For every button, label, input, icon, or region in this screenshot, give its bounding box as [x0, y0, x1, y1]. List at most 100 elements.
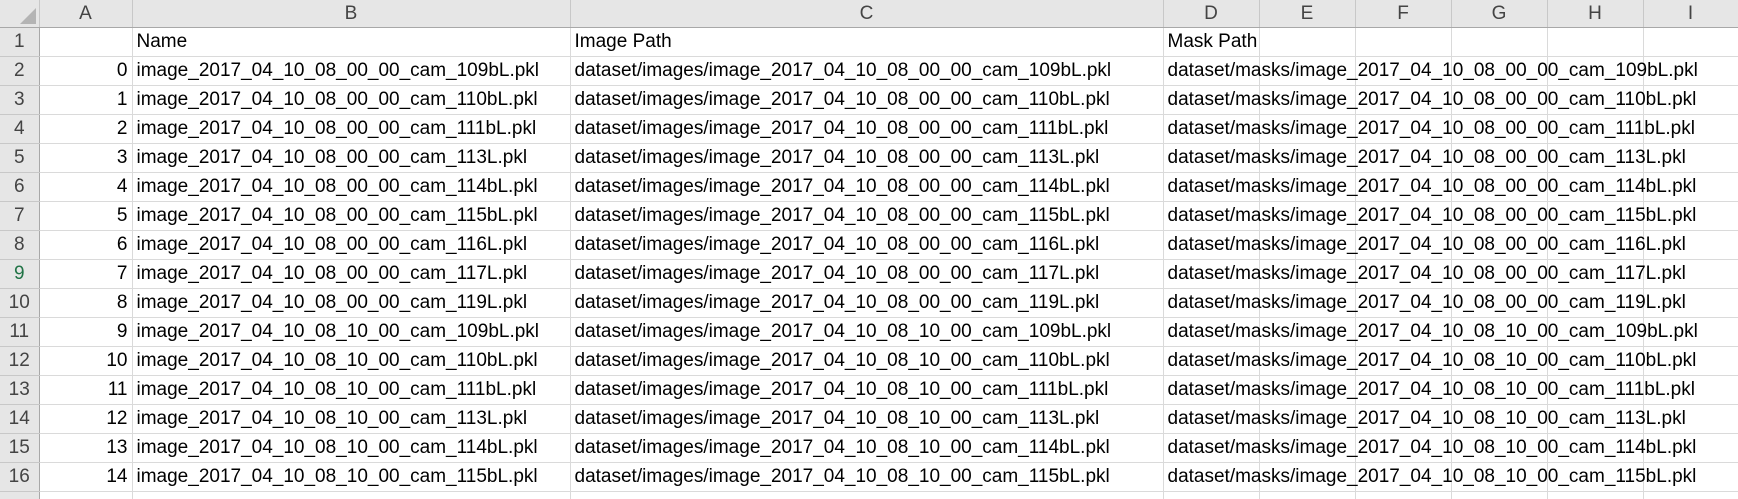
cell-index[interactable]: 1 — [39, 85, 133, 115]
row-header[interactable]: 8 — [0, 230, 40, 260]
cell-mask-path[interactable]: dataset/masks/image_2017_04_10_08_00_00_… — [1163, 201, 1696, 231]
select-all-corner[interactable] — [0, 0, 40, 28]
cell-g1[interactable] — [1451, 27, 1548, 57]
cell-name[interactable]: image_2017_04_10_08_00_00_cam_114bL.pkl — [132, 172, 571, 202]
cell-image-path[interactable]: dataset/images/image_2017_04_10_08_10_00… — [570, 462, 1164, 492]
cell-index[interactable]: 9 — [39, 317, 133, 347]
cell-f1[interactable] — [1355, 27, 1452, 57]
cell-name[interactable]: image_2017_04_10_08_00_00_cam_119L.pkl — [132, 288, 571, 318]
cell-mask-path[interactable]: dataset/masks/image_2017_04_10_08_00_00_… — [1163, 172, 1696, 202]
cell-image-path[interactable]: dataset/images/image_2017_04_10_08_00_00… — [570, 259, 1164, 289]
row-header[interactable]: 11 — [0, 317, 40, 347]
cell-name[interactable]: image_2017_04_10_08_00_00_cam_115bL.pkl — [132, 201, 571, 231]
cell-h1[interactable] — [1547, 27, 1644, 57]
cell-index[interactable]: 6 — [39, 230, 133, 260]
cell-index[interactable]: 11 — [39, 375, 133, 405]
cell-image-path[interactable]: dataset/images/image_2017_04_10_08_10_00… — [570, 433, 1164, 463]
cell-c1[interactable]: Image Path — [570, 27, 1164, 57]
cell-image-path[interactable]: dataset/images/image_2017_04_10_08_00_00… — [570, 56, 1164, 86]
cell-mask-path[interactable]: dataset/masks/image_2017_04_10_08_00_00_… — [1163, 56, 1698, 86]
column-header-b[interactable]: B — [132, 0, 571, 28]
cell-index[interactable]: 10 — [39, 346, 133, 376]
cell-mask-path[interactable]: dataset/masks/image_2017_04_10_08_10_00_… — [1163, 462, 1696, 492]
cell-name[interactable]: image_2017_04_10_08_10_00_cam_110bL.pkl — [132, 346, 571, 376]
cell-index[interactable]: 4 — [39, 172, 133, 202]
row-header[interactable]: 16 — [0, 462, 40, 492]
row-header[interactable]: 13 — [0, 375, 40, 405]
cell-name[interactable]: image_2017_04_10_08_10_00_cam_114bL.pkl — [132, 433, 571, 463]
cell-name[interactable]: image_2017_04_10_08_10_00_cam_115bL.pkl — [132, 462, 571, 492]
cell-image-path[interactable]: dataset/images/image_2017_04_10_08_10_00… — [570, 317, 1164, 347]
row-header[interactable]: 6 — [0, 172, 40, 202]
cell-name[interactable]: image_2017_04_10_08_00_00_cam_110bL.pkl — [132, 85, 571, 115]
cell-index[interactable]: 13 — [39, 433, 133, 463]
cell-empty[interactable] — [1163, 491, 1260, 499]
cell-index[interactable]: 14 — [39, 462, 133, 492]
spreadsheet-grid[interactable]: A B C D E F G H I 1 Name Image Path Mask… — [0, 0, 1738, 499]
row-header[interactable]: 4 — [0, 114, 40, 144]
cell-index[interactable]: 0 — [39, 56, 133, 86]
column-header-i[interactable]: I — [1643, 0, 1738, 28]
cell-d1[interactable]: Mask Path — [1163, 27, 1260, 57]
cell-index[interactable]: 12 — [39, 404, 133, 434]
cell-image-path[interactable]: dataset/images/image_2017_04_10_08_00_00… — [570, 143, 1164, 173]
cell-name[interactable]: image_2017_04_10_08_00_00_cam_109bL.pkl — [132, 56, 571, 86]
row-header[interactable]: 12 — [0, 346, 40, 376]
cell-mask-path[interactable]: dataset/masks/image_2017_04_10_08_10_00_… — [1163, 404, 1686, 434]
cell-mask-path[interactable]: dataset/masks/image_2017_04_10_08_10_00_… — [1163, 317, 1698, 347]
cell-i1[interactable] — [1643, 27, 1738, 57]
row-header[interactable]: 15 — [0, 433, 40, 463]
cell-empty[interactable] — [1451, 491, 1548, 499]
cell-image-path[interactable]: dataset/images/image_2017_04_10_08_00_00… — [570, 201, 1164, 231]
cell-index[interactable]: 8 — [39, 288, 133, 318]
cell-a1[interactable] — [39, 27, 133, 57]
cell-mask-path[interactable]: dataset/masks/image_2017_04_10_08_00_00_… — [1163, 230, 1686, 260]
row-header[interactable]: 5 — [0, 143, 40, 173]
column-header-f[interactable]: F — [1355, 0, 1452, 28]
cell-e1[interactable] — [1259, 27, 1356, 57]
cell-mask-path[interactable]: dataset/masks/image_2017_04_10_08_00_00_… — [1163, 114, 1695, 144]
cell-name[interactable]: image_2017_04_10_08_00_00_cam_116L.pkl — [132, 230, 571, 260]
cell-empty[interactable] — [1355, 491, 1452, 499]
cell-image-path[interactable]: dataset/images/image_2017_04_10_08_00_00… — [570, 288, 1164, 318]
cell-index[interactable]: 3 — [39, 143, 133, 173]
cell-name[interactable]: image_2017_04_10_08_10_00_cam_109bL.pkl — [132, 317, 571, 347]
cell-mask-path[interactable]: dataset/masks/image_2017_04_10_08_00_00_… — [1163, 288, 1686, 318]
column-header-g[interactable]: G — [1451, 0, 1548, 28]
cell-empty[interactable] — [132, 491, 571, 499]
row-header[interactable]: 1 — [0, 27, 40, 57]
cell-image-path[interactable]: dataset/images/image_2017_04_10_08_00_00… — [570, 114, 1164, 144]
cell-name[interactable]: image_2017_04_10_08_10_00_cam_111bL.pkl — [132, 375, 571, 405]
column-header-c[interactable]: C — [570, 0, 1164, 28]
cell-empty[interactable] — [570, 491, 1164, 499]
cell-mask-path[interactable]: dataset/masks/image_2017_04_10_08_10_00_… — [1163, 375, 1695, 405]
column-header-h[interactable]: H — [1547, 0, 1644, 28]
cell-name[interactable]: image_2017_04_10_08_00_00_cam_113L.pkl — [132, 143, 571, 173]
cell-image-path[interactable]: dataset/images/image_2017_04_10_08_10_00… — [570, 375, 1164, 405]
cell-mask-path[interactable]: dataset/masks/image_2017_04_10_08_10_00_… — [1163, 346, 1696, 376]
row-header[interactable] — [0, 491, 40, 499]
column-header-e[interactable]: E — [1259, 0, 1356, 28]
cell-empty[interactable] — [1259, 491, 1356, 499]
row-header[interactable]: 14 — [0, 404, 40, 434]
row-header[interactable]: 7 — [0, 201, 40, 231]
cell-mask-path[interactable]: dataset/masks/image_2017_04_10_08_10_00_… — [1163, 433, 1696, 463]
cell-image-path[interactable]: dataset/images/image_2017_04_10_08_00_00… — [570, 230, 1164, 260]
cell-index[interactable]: 5 — [39, 201, 133, 231]
column-header-a[interactable]: A — [39, 0, 133, 28]
cell-image-path[interactable]: dataset/images/image_2017_04_10_08_00_00… — [570, 85, 1164, 115]
row-header[interactable]: 9 — [0, 259, 40, 289]
row-header[interactable]: 2 — [0, 56, 40, 86]
cell-empty[interactable] — [39, 491, 133, 499]
cell-empty[interactable] — [1547, 491, 1644, 499]
cell-name[interactable]: image_2017_04_10_08_10_00_cam_113L.pkl — [132, 404, 571, 434]
cell-b1[interactable]: Name — [132, 27, 571, 57]
cell-image-path[interactable]: dataset/images/image_2017_04_10_08_10_00… — [570, 404, 1164, 434]
cell-mask-path[interactable]: dataset/masks/image_2017_04_10_08_00_00_… — [1163, 259, 1686, 289]
cell-mask-path[interactable]: dataset/masks/image_2017_04_10_08_00_00_… — [1163, 85, 1696, 115]
row-header[interactable]: 3 — [0, 85, 40, 115]
cell-mask-path[interactable]: dataset/masks/image_2017_04_10_08_00_00_… — [1163, 143, 1686, 173]
cell-name[interactable]: image_2017_04_10_08_00_00_cam_117L.pkl — [132, 259, 571, 289]
row-header[interactable]: 10 — [0, 288, 40, 318]
cell-index[interactable]: 2 — [39, 114, 133, 144]
